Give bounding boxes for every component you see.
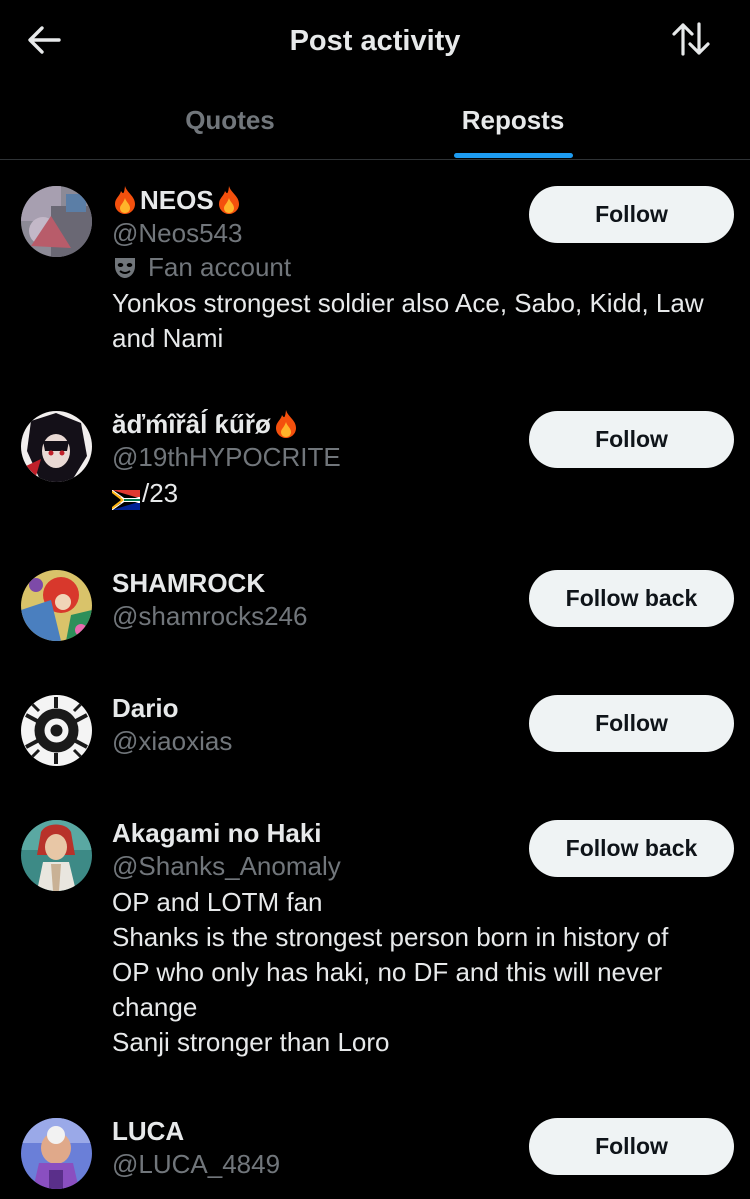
fire-emoji-icon bbox=[216, 185, 242, 215]
tab-reposts[interactable]: Reposts bbox=[413, 82, 613, 159]
tab-bar: Quotes Reposts bbox=[0, 82, 750, 160]
avatar[interactable] bbox=[21, 1118, 92, 1189]
active-tab-indicator bbox=[454, 153, 573, 158]
top-bar: Post activity bbox=[0, 0, 750, 82]
sort-button[interactable] bbox=[668, 20, 714, 62]
avatar[interactable] bbox=[21, 570, 92, 641]
bio: Yonkos strongest soldier also Ace, Sabo,… bbox=[112, 288, 704, 353]
avatar[interactable] bbox=[21, 695, 92, 766]
user-row-luca[interactable]: LUCA @LUCA_4849 Follow bbox=[0, 1116, 750, 1190]
avatar[interactable] bbox=[21, 186, 92, 257]
follow-back-button[interactable]: Follow back bbox=[529, 820, 734, 877]
user-row-shanks-anomaly[interactable]: Akagami no Haki @Shanks_Anomaly OP and L… bbox=[0, 818, 750, 1065]
south-africa-flag-icon bbox=[111, 484, 140, 510]
user-row-shamrock[interactable]: SHAMROCK @shamrocks246 Follow back bbox=[0, 568, 750, 642]
user-row-19thhypocrite[interactable]: ăďḿîřâĺ ƙűřø @19thHYPOCRITE /23 Follow bbox=[0, 409, 750, 521]
avatar[interactable] bbox=[21, 820, 92, 891]
fire-emoji-icon bbox=[273, 409, 299, 439]
account-label: Fan account bbox=[112, 250, 737, 284]
fire-emoji-icon bbox=[112, 185, 138, 215]
sort-arrows-icon bbox=[671, 21, 711, 62]
follow-button[interactable]: Follow bbox=[529, 695, 734, 752]
avatar[interactable] bbox=[21, 411, 92, 482]
page-title: Post activity bbox=[289, 25, 461, 57]
bio: OP and LOTM fan Shanks is the strongest … bbox=[112, 887, 669, 1057]
user-row-neos[interactable]: NEOS @Neos543 Fan account Yonkos stronge… bbox=[0, 185, 750, 376]
user-row-dario[interactable]: Dario @xiaoxias Follow bbox=[0, 693, 750, 767]
mask-icon bbox=[112, 254, 138, 280]
follow-button[interactable]: Follow bbox=[529, 1118, 734, 1175]
follow-back-button[interactable]: Follow back bbox=[529, 570, 734, 627]
bio: /23 bbox=[111, 476, 737, 511]
tab-quotes[interactable]: Quotes bbox=[130, 82, 330, 159]
follow-button[interactable]: Follow bbox=[529, 186, 734, 243]
follow-button[interactable]: Follow bbox=[529, 411, 734, 468]
